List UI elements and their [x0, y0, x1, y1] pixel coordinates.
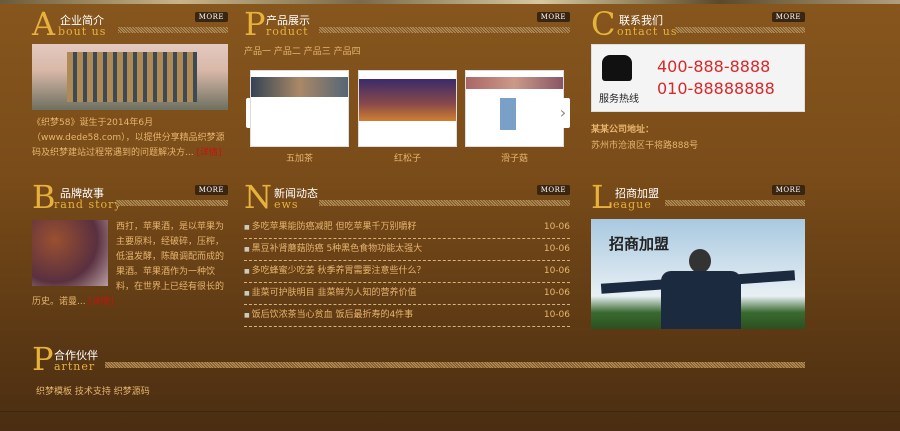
more-button[interactable]: MORE	[771, 185, 805, 195]
detail-link[interactable]: [详情]	[88, 297, 113, 307]
section-letter: P	[32, 340, 54, 378]
partner-link[interactable]: 织梦源码	[114, 387, 150, 397]
news-date: 10-06	[543, 266, 570, 276]
news-title[interactable]: 多吃蜂蜜少吃姜 秋季养胃需要注意些什么？	[244, 261, 426, 282]
product-categories: 产品一 产品二 产品三 产品四	[244, 44, 570, 57]
divider	[675, 27, 805, 33]
product-image	[465, 70, 564, 147]
hotline-label: 服务热线	[599, 94, 639, 105]
building-image[interactable]	[32, 44, 228, 110]
news-item[interactable]: 多吃蜂蜜少吃姜 秋季养胃需要注意些什么？ 10-06	[244, 261, 570, 283]
section-letter: N	[244, 178, 272, 216]
news-title[interactable]: 多吃苹果能防癌减肥 但吃苹果千万别嚼籽	[244, 217, 417, 238]
partner-links: 织梦模板 技术支持 织梦源码	[36, 384, 805, 397]
hotline-box: 服务热线 400-888-8888 010-88888888	[591, 44, 805, 112]
news-section: N 新闻动态 ews MORE 多吃苹果能防癌减肥 但吃苹果千万别嚼籽10-06…	[244, 179, 570, 327]
product-image	[250, 70, 349, 147]
address-label: 某某公司地址：	[591, 125, 655, 135]
partner-link[interactable]: 技术支持	[75, 387, 111, 397]
contact-section: C 联系我们 ontact us MORE 服务热线 400-888-8888 …	[591, 6, 805, 151]
next-arrow-button[interactable]: ›	[556, 98, 570, 128]
partner-link[interactable]: 织梦模板	[36, 387, 72, 397]
section-letter: B	[32, 178, 56, 216]
divider	[665, 200, 805, 206]
category-link[interactable]: 产品四	[334, 47, 361, 57]
product-name: 五加茶	[285, 154, 313, 164]
product-item[interactable]: 红松子	[358, 70, 457, 164]
about-section: A 企业简介 bout us MORE 《织梦58》诞生于2014年6月（www…	[32, 6, 228, 161]
section-letter: C	[591, 5, 616, 43]
section-subtitle: bout us	[58, 25, 107, 38]
more-button[interactable]: MORE	[536, 12, 570, 22]
category-link[interactable]: 产品一	[244, 47, 271, 57]
section-subtitle: artner	[54, 360, 96, 373]
league-banner-image[interactable]: 招商加盟	[591, 219, 805, 329]
section-subtitle: roduct	[266, 25, 309, 38]
news-list: 多吃苹果能防癌减肥 但吃苹果千万别嚼籽 10-06 黑豆补肾蘑菇防癌 5种黑色食物…	[244, 217, 570, 327]
section-subtitle: eague	[613, 198, 652, 211]
section-subtitle: ews	[274, 198, 299, 211]
divider	[118, 27, 228, 33]
brand-text: 西打，苹果酒，是以苹果为主要原料，经破碎，压榨，低温发酵，陈酿调配而成的果酒。苹…	[116, 222, 225, 292]
news-item[interactable]: 饭后饮浓茶当心贫血 饭后最折寿的4件事 10-06	[244, 305, 570, 327]
telephone-icon	[602, 55, 632, 81]
section-letter: L	[591, 178, 613, 216]
news-date: 10-06	[543, 222, 570, 232]
section-letter: P	[244, 5, 266, 43]
more-button[interactable]: MORE	[194, 185, 228, 195]
news-date: 10-06	[543, 310, 570, 320]
divider	[105, 362, 805, 368]
news-item[interactable]: 多吃苹果能防癌减肥 但吃苹果千万别嚼籽 10-06	[244, 217, 570, 239]
product-item[interactable]: 滑子菇	[465, 70, 564, 164]
brand-text-continued: 历史。诺曼...	[32, 297, 86, 307]
news-item[interactable]: 黑豆补肾蘑菇防癌 5种黑色食物功能太强大 10-06	[244, 239, 570, 261]
detail-link[interactable]: [详情]	[196, 148, 221, 158]
league-section: L 招商加盟 eague MORE 招商加盟	[591, 179, 805, 329]
news-date: 10-06	[543, 288, 570, 298]
partner-section: P 合作伙伴 artner 织梦模板 技术支持 织梦源码	[32, 341, 805, 397]
section-subtitle: rand story	[54, 198, 122, 211]
phone-number: 400-888-8888	[657, 57, 771, 76]
news-title[interactable]: 黑豆补肾蘑菇防癌 5种黑色食物功能太强大	[244, 239, 423, 260]
more-button[interactable]: MORE	[536, 185, 570, 195]
section-subtitle: ontact us	[617, 25, 678, 38]
brand-section: B 品牌故事 rand story MORE 西打，苹果酒，是以苹果为主要原料，…	[32, 179, 228, 310]
top-banner-strip	[0, 0, 900, 4]
more-button[interactable]: MORE	[771, 12, 805, 22]
section-letter: A	[32, 5, 56, 43]
news-item[interactable]: 韭菜可护肤明目 韭菜鲜为人知的营养价值 10-06	[244, 283, 570, 305]
address: 苏州市沧浪区干将路888号	[591, 141, 699, 151]
news-title[interactable]: 韭菜可护肤明目 韭菜鲜为人知的营养价值	[244, 283, 417, 304]
product-item[interactable]: 五加茶	[250, 70, 349, 164]
divider	[319, 200, 570, 206]
phone-number: 010-88888888	[657, 79, 775, 98]
product-section: P 产品展示 roduct MORE 产品一 产品二 产品三 产品四 ‹ 五加茶…	[244, 6, 570, 164]
divider	[319, 27, 570, 33]
footer-divider	[0, 411, 900, 412]
product-name: 红松子	[393, 154, 421, 164]
category-link[interactable]: 产品二	[274, 47, 301, 57]
product-image	[358, 70, 457, 147]
news-date: 10-06	[543, 244, 570, 254]
banner-text: 招商加盟	[609, 235, 670, 253]
more-button[interactable]: MORE	[194, 12, 228, 22]
product-name: 滑子菇	[500, 154, 528, 164]
category-link[interactable]: 产品三	[304, 47, 331, 57]
tea-image[interactable]	[32, 220, 108, 286]
news-title[interactable]: 饭后饮浓茶当心贫血 饭后最折寿的4件事	[244, 305, 414, 326]
divider	[116, 200, 228, 206]
